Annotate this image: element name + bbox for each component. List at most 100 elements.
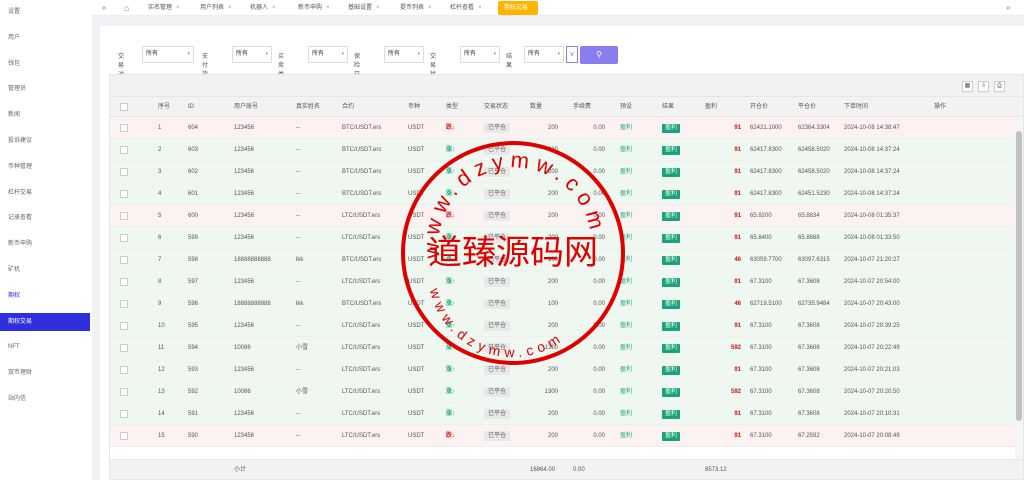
filter-select[interactable]: 所有 ▾ [232, 46, 272, 63]
sidebar-item[interactable]: 双币理财 [0, 364, 90, 382]
home-icon[interactable]: ⌂ [124, 1, 129, 15]
table-row[interactable]: 13 592 10086 小雪 LTC/USDT.ers USDT 涨↑ 已平仓 1300 0.0… [110, 381, 1015, 403]
collapse-filters-button[interactable]: ∨ [566, 46, 578, 63]
filter-columns-icon[interactable]: ▦ [962, 81, 973, 92]
sidebar-item[interactable]: 管理员 [0, 80, 90, 98]
column-header[interactable]: 盈利 [705, 97, 717, 117]
sidebar-item[interactable]: 矿机 [0, 261, 90, 279]
row-checkbox[interactable] [120, 190, 128, 198]
cell-dir: 涨↑ [446, 381, 455, 403]
filter-value: 所有 [146, 51, 159, 57]
row-checkbox[interactable] [120, 366, 128, 374]
scrollbar-thumb[interactable] [1016, 131, 1022, 421]
filter-select[interactable]: 所有 ▾ [142, 46, 194, 63]
tabs-next-icon[interactable]: » [1006, 1, 1010, 15]
tab[interactable]: 提币列表 × [394, 1, 438, 15]
column-header[interactable]: 真实姓名 [296, 97, 320, 117]
row-checkbox[interactable] [120, 322, 128, 330]
tab-close-icon[interactable]: × [176, 5, 180, 11]
sidebar-item[interactable]: 用户 [0, 29, 90, 47]
row-checkbox[interactable] [120, 300, 128, 308]
row-checkbox[interactable] [120, 344, 128, 352]
table-toolbar: ▦ ⇩ ⎙ [110, 75, 1023, 97]
tab[interactable]: 用户列表 × [194, 1, 238, 15]
filter-select[interactable]: 所有 ▾ [460, 46, 500, 63]
export-icon[interactable]: ⇩ [978, 81, 989, 92]
tabs-prev-icon[interactable]: « [102, 1, 106, 15]
column-header[interactable]: 操作 [934, 97, 946, 117]
table-scrollbar[interactable] [1015, 117, 1023, 459]
sidebar-item[interactable]: NFT [0, 338, 90, 356]
tab[interactable]: 新币申购 × [292, 1, 336, 15]
cell-account: 10086 [234, 389, 251, 395]
sidebar-item-label: 设置 [8, 9, 21, 15]
cell-result: 盈利 [662, 183, 681, 205]
cell-profit: 91 [734, 367, 741, 373]
column-header[interactable]: 下单时间 [844, 97, 868, 117]
sidebar-item[interactable]: 钱包 [0, 55, 90, 73]
column-header[interactable]: 币种 [408, 97, 420, 117]
sidebar-item[interactable]: 期权 [0, 287, 90, 305]
tab-close-icon[interactable]: × [228, 5, 232, 11]
table-row[interactable]: 15 590 123456 -- LTC/USDT.ers USDT 跌↓ 已平仓 200 0.0… [110, 425, 1015, 447]
sidebar-item[interactable]: 新币申购 [0, 235, 90, 253]
sidebar-item[interactable]: 设置 [0, 3, 90, 21]
sidebar-item[interactable]: 记录查看 [0, 209, 90, 227]
sidebar-item[interactable]: 币种管理 [0, 158, 90, 176]
row-checkbox[interactable] [120, 256, 128, 264]
column-header[interactable]: 预设 [620, 97, 632, 117]
row-checkbox[interactable] [120, 124, 128, 132]
row-checkbox[interactable] [120, 168, 128, 176]
column-header[interactable]: 开仓价 [750, 97, 768, 117]
tab-close-icon[interactable]: × [428, 5, 432, 11]
tab[interactable]: 实名管理 × [142, 1, 186, 15]
tab[interactable]: 机器人 × [244, 1, 282, 15]
column-header[interactable]: 数量 [530, 97, 542, 117]
dropdown-caret-icon: ▾ [417, 51, 420, 57]
row-checkbox[interactable] [120, 234, 128, 242]
tab-close-icon[interactable]: × [376, 5, 380, 11]
row-checkbox[interactable] [120, 212, 128, 220]
tab[interactable]: 期权交易 [498, 1, 539, 15]
result-badge: 盈利 [662, 366, 681, 375]
sidebar-item[interactable]: 投诉建议 [0, 132, 90, 150]
result-badge: 盈利 [662, 234, 681, 243]
column-header[interactable]: 手续费 [573, 97, 591, 117]
column-header[interactable]: 平仓价 [798, 97, 816, 117]
sidebar-item[interactable]: 杠杆交易 [0, 184, 90, 202]
column-header[interactable]: 结果 [662, 97, 674, 117]
column-header[interactable]: 合约 [342, 97, 354, 117]
filter-select[interactable]: 所有 ▾ [384, 46, 424, 63]
row-checkbox[interactable] [120, 278, 128, 286]
print-icon[interactable]: ⎙ [994, 81, 1005, 92]
column-header[interactable]: 类型 [446, 97, 458, 117]
cell-contract: BTC/USDT.ers [342, 147, 382, 153]
cell-open: 65.9200 [750, 213, 772, 219]
filter-select[interactable]: 所有 ▾ [308, 46, 348, 63]
tab-close-icon[interactable]: × [272, 5, 276, 11]
row-checkbox[interactable] [120, 146, 128, 154]
sidebar-item[interactable]: 站内信 [0, 390, 90, 408]
column-header[interactable]: ID [188, 97, 194, 117]
column-header[interactable]: 交易状态 [484, 97, 508, 117]
row-checkbox[interactable] [120, 388, 128, 396]
row-checkbox[interactable] [120, 432, 128, 440]
column-header[interactable]: 序号 [158, 97, 170, 117]
tab[interactable]: 基础设置 × [342, 1, 386, 15]
tab-close-icon[interactable]: × [478, 5, 482, 11]
direction-label: 涨↑ [446, 411, 456, 417]
cell-result: 盈利 [662, 315, 681, 337]
filter-select[interactable]: 所有 ▾ [524, 46, 564, 63]
table-row[interactable]: 1 604 123456 -- BTC/USDT.ers USDT 跌↓ 已平仓 200 0.00… [110, 117, 1015, 139]
tab-close-icon[interactable]: × [326, 5, 330, 11]
tab[interactable]: 杠杆查看 × [444, 1, 488, 15]
result-badge: 盈利 [662, 124, 681, 133]
sidebar-item[interactable]: 新闻 [0, 106, 90, 124]
select-all-checkbox[interactable] [120, 103, 128, 111]
row-checkbox[interactable] [120, 410, 128, 418]
search-button[interactable]: ⚲ [580, 46, 618, 64]
sidebar-item[interactable]: 期权交易 [0, 312, 90, 331]
cell-open: 67.3100 [750, 323, 772, 329]
table-row[interactable]: 14 591 123456 -- LTC/USDT.ers USDT 涨↑ 已平仓 200 0.0… [110, 403, 1015, 425]
column-header[interactable]: 用户账号 [234, 97, 258, 117]
